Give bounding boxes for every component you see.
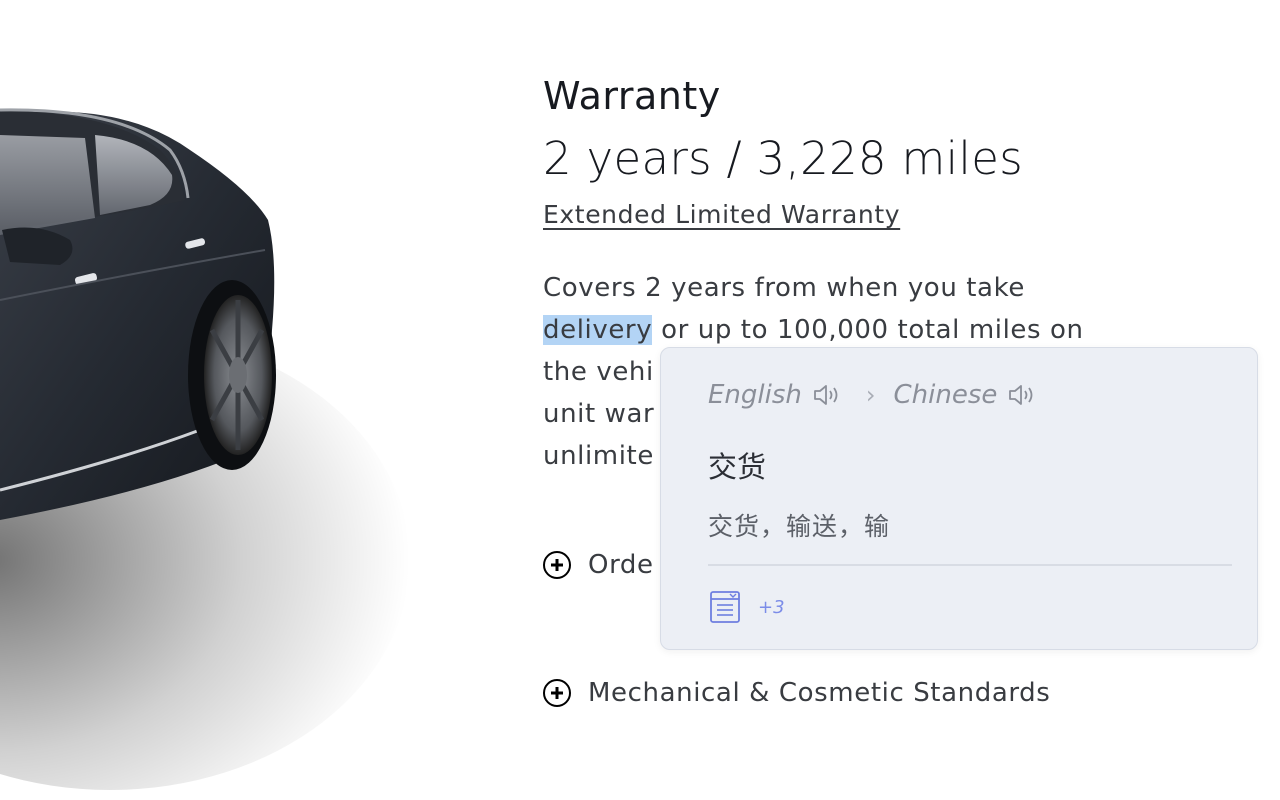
plus-circle-icon [543, 679, 571, 707]
warranty-summary: 2 years / 3,228 miles [543, 132, 1023, 185]
language-separator: › [865, 381, 876, 409]
target-language[interactable]: Chinese [894, 380, 998, 410]
mechanical-standards-label: Mechanical & Cosmetic Standards [588, 678, 1051, 708]
dictionary-list-icon[interactable] [708, 590, 742, 624]
page: Warranty 2 years / 3,228 miles Extended … [0, 0, 1280, 800]
selected-word[interactable]: delivery [543, 315, 653, 345]
order-accordion-label: Orde [588, 550, 654, 580]
source-language[interactable]: English [708, 380, 802, 410]
translation-meanings: 交货，输送，输 [708, 512, 891, 541]
description-line-1: Covers 2 years from when you take [543, 273, 1025, 303]
divider [708, 564, 1232, 566]
extended-warranty-link[interactable]: Extended Limited Warranty [543, 200, 900, 229]
mechanical-standards-accordion[interactable]: Mechanical & Cosmetic Standards [543, 678, 1050, 708]
speaker-icon[interactable] [812, 382, 844, 408]
warranty-heading: Warranty [543, 74, 721, 118]
speaker-icon[interactable] [1007, 382, 1039, 408]
plus-circle-icon [543, 551, 571, 579]
popup-footer: +3 [708, 590, 785, 624]
car-image [0, 108, 410, 790]
order-accordion[interactable]: Orde [543, 550, 654, 580]
language-row: English › Chinese [708, 380, 1039, 410]
more-translations-badge[interactable]: +3 [758, 597, 785, 618]
description-line-2-rest: or up to 100,000 total miles on [652, 315, 1084, 345]
translated-word: 交货 [708, 450, 767, 484]
translation-popup: English › Chinese 交货 交货，输送，输 +3 [660, 347, 1258, 650]
description-line-2: delivery or up to 100,000 total miles on [543, 309, 1143, 351]
